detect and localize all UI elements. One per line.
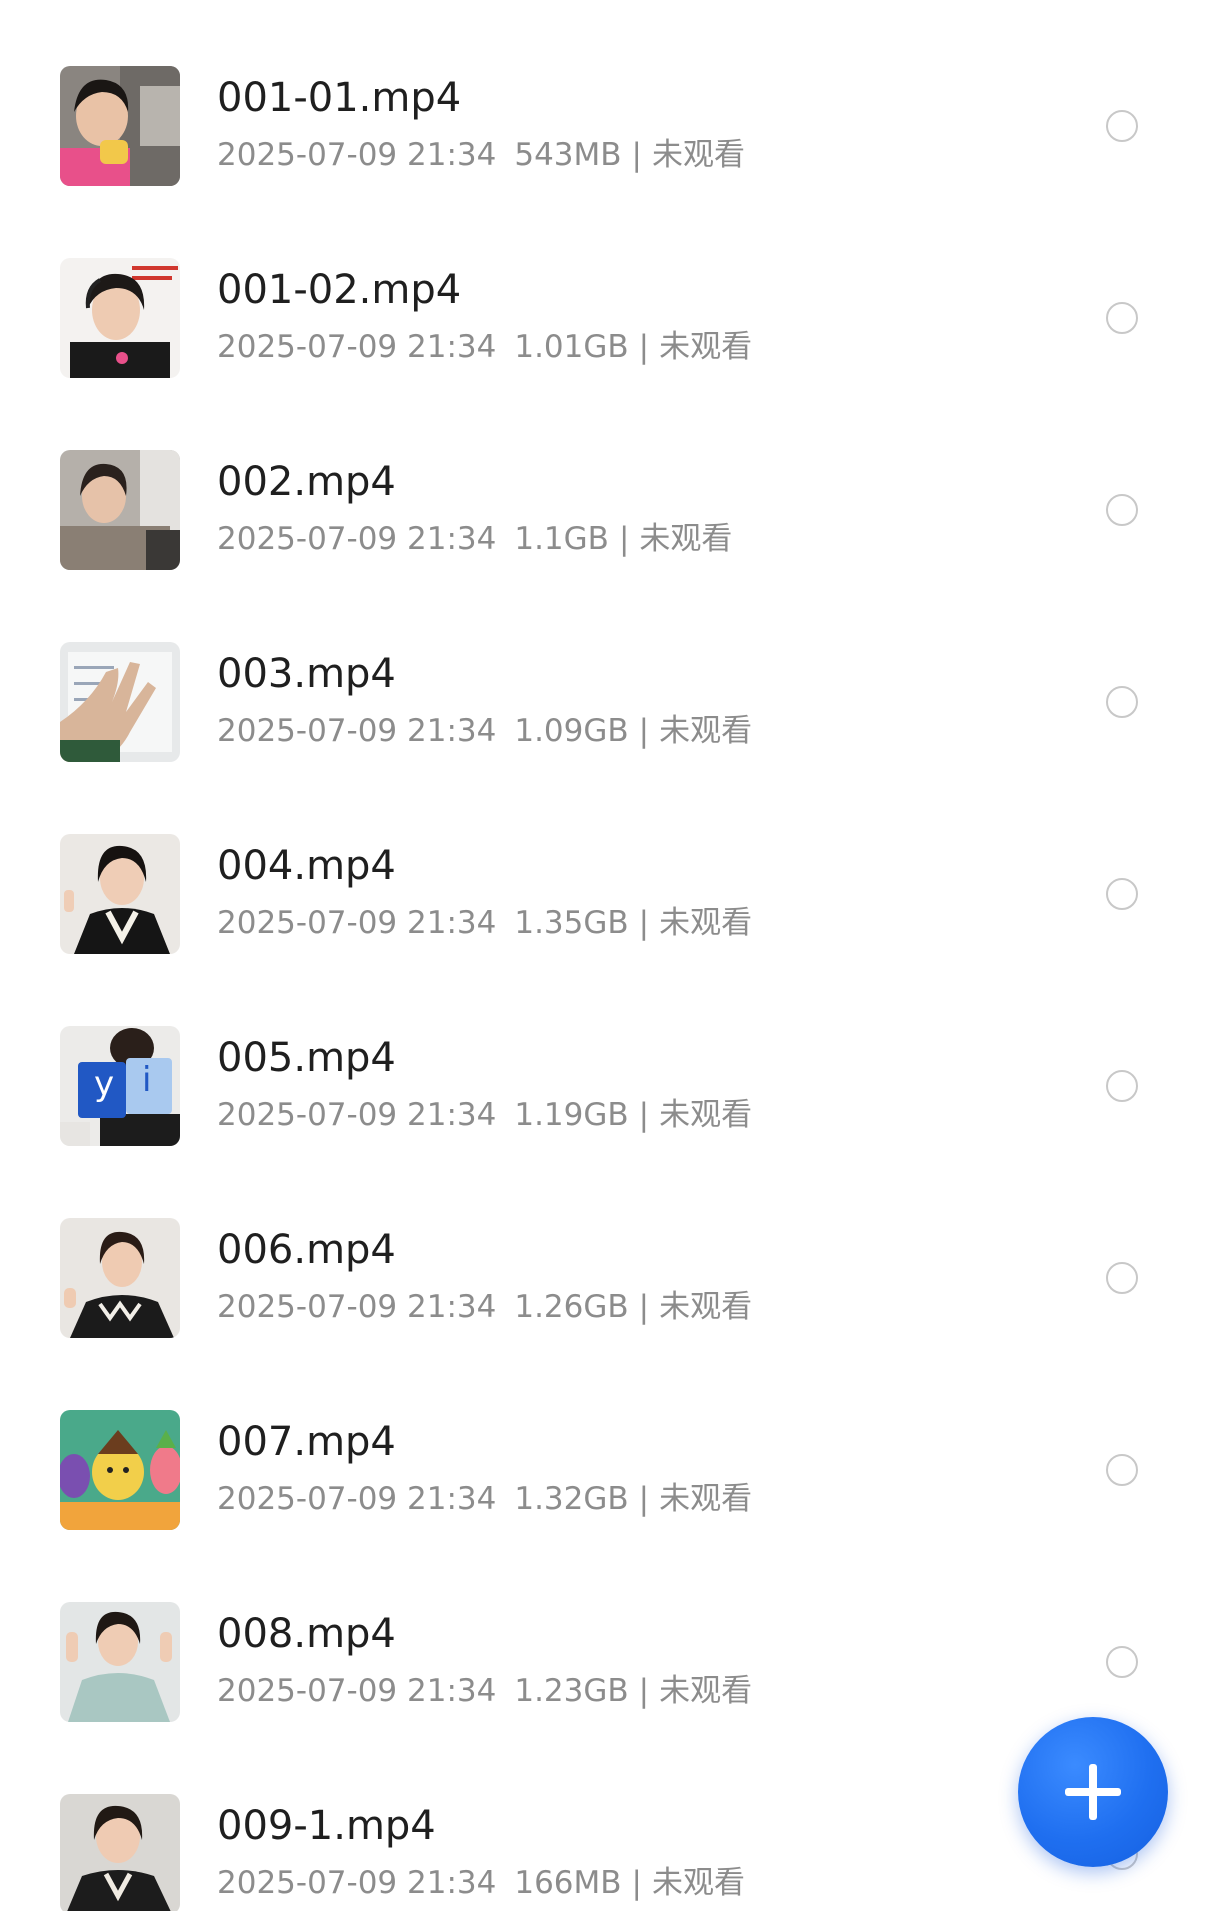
file-name: 001-01.mp4 [217,75,462,121]
watch-status: 未观看 [659,905,753,941]
list-item-003[interactable]: 003.mp4 2025-07-09 21:34 1.09GB | 未观看 [0,642,1220,834]
video-thumbnail[interactable] [60,258,180,378]
list-item-005[interactable]: y i 005.mp4 2025-07-09 21:34 1.19GB | 未观看 [0,1026,1220,1218]
file-date: 2025-07-09 21:34 [217,1481,497,1517]
file-date: 2025-07-09 21:34 [217,137,497,173]
video-thumbnail[interactable] [60,642,180,762]
file-meta: 2025-07-09 21:34 543MB | 未观看 [217,137,745,173]
file-meta: 2025-07-09 21:34 1.19GB | 未观看 [217,1097,753,1133]
file-date: 2025-07-09 21:34 [217,713,497,749]
select-radio[interactable] [1106,110,1138,142]
watch-status: 未观看 [652,1865,745,1901]
file-size: 1.35GB [514,905,629,941]
select-radio[interactable] [1106,302,1138,334]
file-meta: 2025-07-09 21:34 1.32GB | 未观看 [217,1481,753,1517]
list-item-004[interactable]: 004.mp4 2025-07-09 21:34 1.35GB | 未观看 [0,834,1220,1026]
file-date: 2025-07-09 21:34 [217,1289,497,1325]
file-meta: 2025-07-09 21:34 1.01GB | 未观看 [217,329,753,365]
file-name: 009-1.mp4 [217,1803,436,1849]
video-thumbnail[interactable] [60,66,180,186]
file-size: 1.09GB [514,713,629,749]
file-meta: 2025-07-09 21:34 1.09GB | 未观看 [217,713,753,749]
watch-status: 未观看 [659,1097,753,1133]
video-file-list: 001-01.mp4 2025-07-09 21:34 543MB | 未观看 001… [0,0,1220,1911]
file-name: 006.mp4 [217,1227,396,1273]
file-size: 1.32GB [514,1481,629,1517]
file-date: 2025-07-09 21:34 [217,1865,497,1901]
watch-status: 未观看 [659,1673,753,1709]
video-thumbnail[interactable] [60,1602,180,1722]
card-letter-i: i [142,1060,152,1100]
file-name: 007.mp4 [217,1419,396,1465]
list-item-001-01[interactable]: 001-01.mp4 2025-07-09 21:34 543MB | 未观看 [0,66,1220,258]
file-name: 002.mp4 [217,459,396,505]
watch-status: 未观看 [639,521,733,557]
file-size: 1.19GB [514,1097,629,1133]
file-size: 1.26GB [514,1289,629,1325]
file-name: 005.mp4 [217,1035,396,1081]
select-radio[interactable] [1106,494,1138,526]
file-date: 2025-07-09 21:34 [217,1097,497,1133]
video-thumbnail[interactable] [60,1410,180,1530]
video-thumbnail[interactable] [60,1218,180,1338]
file-name: 004.mp4 [217,843,396,889]
add-button[interactable] [1018,1717,1168,1867]
file-meta: 2025-07-09 21:34 166MB | 未观看 [217,1865,745,1901]
watch-status: 未观看 [659,329,753,365]
video-thumbnail[interactable] [60,1794,180,1911]
file-meta: 2025-07-09 21:34 1.35GB | 未观看 [217,905,753,941]
card-letter-y: y [94,1064,115,1104]
file-date: 2025-07-09 21:34 [217,521,497,557]
file-date: 2025-07-09 21:34 [217,905,497,941]
file-size: 1.01GB [514,329,629,365]
file-size: 543MB [514,137,622,173]
video-thumbnail[interactable]: y i [60,1026,180,1146]
select-radio[interactable] [1106,1646,1138,1678]
file-name: 001-02.mp4 [217,267,462,313]
plus-icon [1065,1764,1121,1820]
video-thumbnail[interactable] [60,450,180,570]
file-name: 003.mp4 [217,651,396,697]
watch-status: 未观看 [652,137,745,173]
file-size: 1.23GB [514,1673,629,1709]
watch-status: 未观看 [659,1481,753,1517]
file-size: 1.1GB [514,521,609,557]
list-item-001-02[interactable]: 001-02.mp4 2025-07-09 21:34 1.01GB | 未观看 [0,258,1220,450]
watch-status: 未观看 [659,713,753,749]
list-item-006[interactable]: 006.mp4 2025-07-09 21:34 1.26GB | 未观看 [0,1218,1220,1410]
file-meta: 2025-07-09 21:34 1.23GB | 未观看 [217,1673,753,1709]
file-size: 166MB [514,1865,622,1901]
select-radio[interactable] [1106,1070,1138,1102]
list-item-002[interactable]: 002.mp4 2025-07-09 21:34 1.1GB | 未观看 [0,450,1220,642]
file-date: 2025-07-09 21:34 [217,1673,497,1709]
select-radio[interactable] [1106,1454,1138,1486]
select-radio[interactable] [1106,878,1138,910]
file-meta: 2025-07-09 21:34 1.26GB | 未观看 [217,1289,753,1325]
video-thumbnail[interactable] [60,834,180,954]
file-meta: 2025-07-09 21:34 1.1GB | 未观看 [217,521,733,557]
file-date: 2025-07-09 21:34 [217,329,497,365]
file-name: 008.mp4 [217,1611,396,1657]
select-radio[interactable] [1106,1262,1138,1294]
list-item-007[interactable]: 007.mp4 2025-07-09 21:34 1.32GB | 未观看 [0,1410,1220,1602]
select-radio[interactable] [1106,686,1138,718]
watch-status: 未观看 [659,1289,753,1325]
